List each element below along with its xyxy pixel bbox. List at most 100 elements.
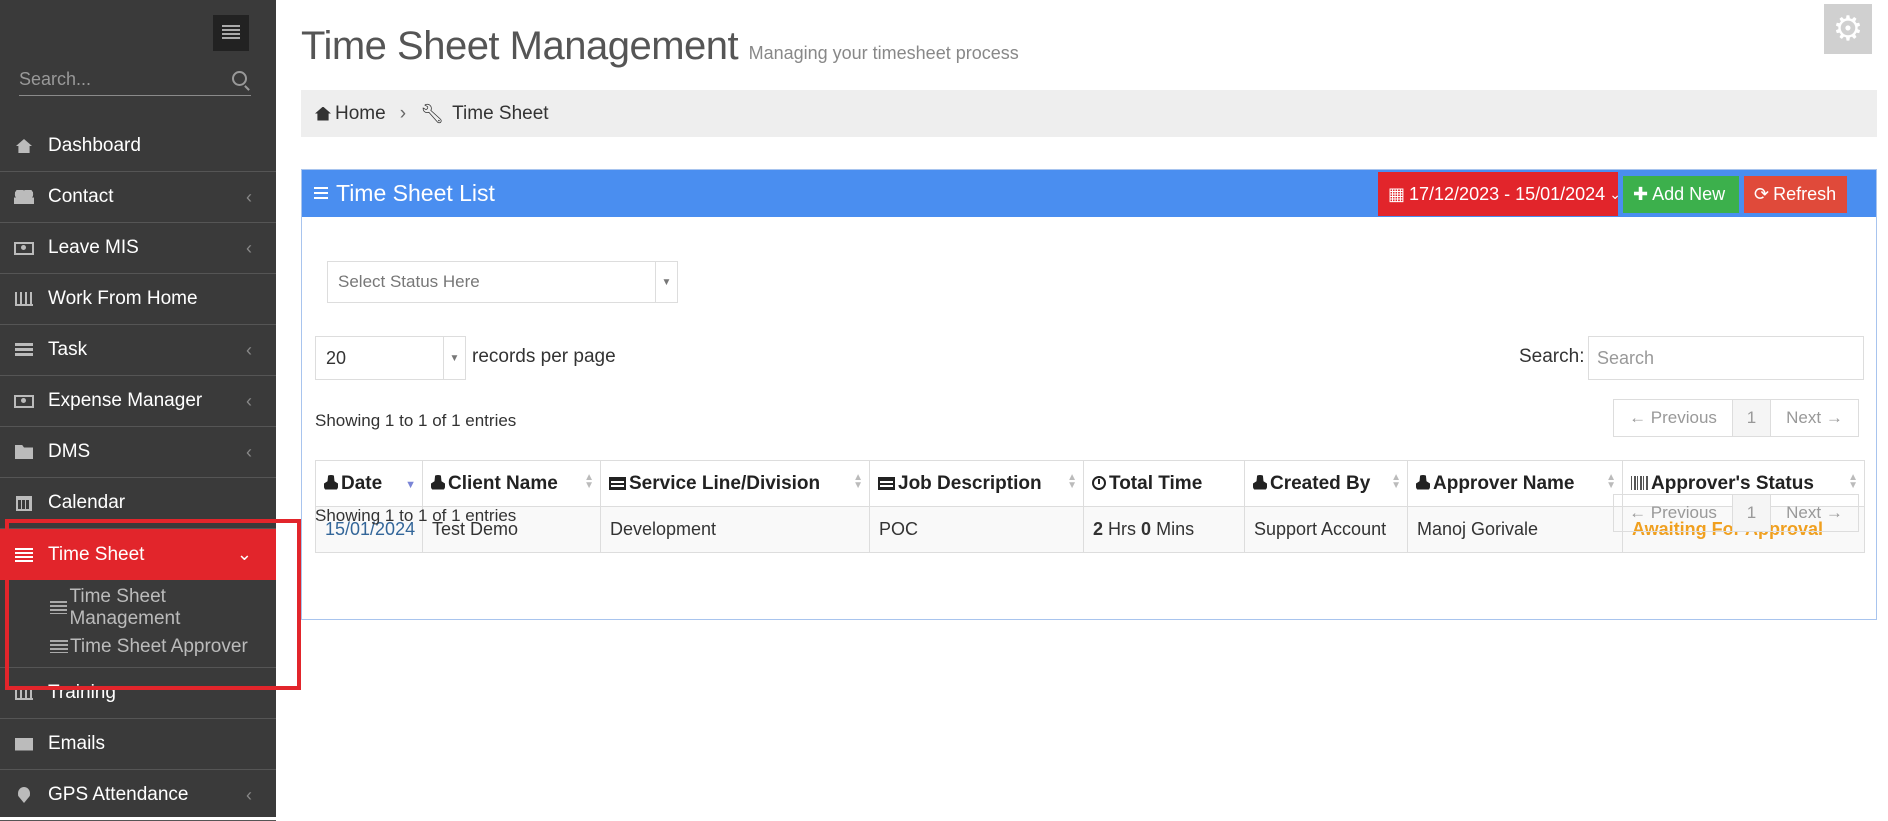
sidebar-item-contact[interactable]: Contact ‹ xyxy=(0,172,276,223)
sidebar-item-label: Calendar xyxy=(48,492,126,513)
column-header-client-name[interactable]: Client Name ▲ ▼ xyxy=(422,460,601,507)
sidebar-item-dashboard[interactable]: Dashboard xyxy=(0,121,276,172)
page-subtitle: Managing your timesheet process xyxy=(748,43,1019,63)
column-header-created-by[interactable]: Created By ▲ ▼ xyxy=(1244,460,1408,507)
folder-icon xyxy=(14,445,34,459)
sidebar-item-expense-manager[interactable]: Expense Manager ‹ xyxy=(0,376,276,427)
column-header-service-line[interactable]: Service Line/Division ▲ ▼ xyxy=(600,460,870,507)
chevron-left-icon: ‹ xyxy=(246,784,252,805)
add-new-button[interactable]: ✚ Add New xyxy=(1623,176,1739,213)
sidebar-item-training[interactable]: Training xyxy=(0,668,276,719)
table-search-input[interactable] xyxy=(1588,336,1864,380)
sidebar-item-label: Work From Home xyxy=(48,288,198,309)
list-icon xyxy=(50,640,68,653)
submenu-item-label: Time Sheet Approver xyxy=(70,635,248,657)
panel-title-text: Time Sheet List xyxy=(336,180,495,206)
sidebar-item-label: Time Sheet xyxy=(48,543,145,565)
breadcrumb: Home › 🔧︎ Time Sheet xyxy=(301,90,1877,137)
map-pin-icon xyxy=(14,787,34,803)
bars-icon xyxy=(314,187,328,200)
records-per-page-label: records per page xyxy=(472,346,616,367)
submenu-item-label: Time Sheet Management xyxy=(69,585,181,629)
minutes-unit: Mins xyxy=(1156,519,1195,539)
page-number-button[interactable]: 1 xyxy=(1733,495,1771,531)
column-header-job-description[interactable]: Job Description ▲ ▼ xyxy=(869,460,1084,507)
list-icon xyxy=(14,547,34,562)
cell-service-line: Development xyxy=(600,506,870,553)
chevron-left-icon: ‹ xyxy=(246,339,252,360)
sidebar: Dashboard Contact ‹ Leave MIS ‹ Work Fro… xyxy=(0,0,276,821)
previous-page-button[interactable]: ← Previous xyxy=(1614,400,1733,436)
users-icon xyxy=(14,190,34,204)
sidebar-item-work-from-home[interactable]: Work From Home xyxy=(0,274,276,325)
sort-icon: ▲ ▼ xyxy=(584,472,594,491)
table-info-top: Showing 1 to 1 of 1 entries xyxy=(315,411,517,430)
sidebar-item-leave-mis[interactable]: Leave MIS ‹ xyxy=(0,223,276,274)
page-title-text: Time Sheet Management xyxy=(301,24,739,68)
page-number-button[interactable]: 1 xyxy=(1733,400,1771,436)
money-icon xyxy=(14,241,34,255)
column-header-total-time[interactable]: Total Time xyxy=(1083,460,1245,507)
column-header-label: Job Description xyxy=(898,472,1042,494)
calendar-icon xyxy=(14,495,34,511)
cell-approver-name: Manoj Gorivale xyxy=(1407,506,1623,553)
date-range-label: 17/12/2023 - 15/01/2024 xyxy=(1409,183,1606,204)
sidebar-item-emails[interactable]: Emails xyxy=(0,719,276,770)
barcode-icon xyxy=(1631,475,1648,490)
sort-icon: ▲ ▼ xyxy=(1391,472,1401,491)
breadcrumb-separator-icon: › xyxy=(399,102,407,124)
column-header-label: Client Name xyxy=(448,472,558,494)
search-icon[interactable] xyxy=(232,71,247,86)
user-icon xyxy=(1253,474,1267,490)
column-header-date[interactable]: Date ▼ xyxy=(315,460,423,507)
status-select[interactable]: Select Status Here ▼ xyxy=(327,261,678,303)
sort-icon: ▲ ▼ xyxy=(853,472,863,491)
sidebar-item-label: Dashboard xyxy=(48,135,141,156)
dropdown-arrow-icon: ▼ xyxy=(443,337,465,379)
column-header-label: Total Time xyxy=(1109,472,1203,494)
bar-chart-icon xyxy=(14,292,34,306)
sidebar-item-calendar[interactable]: Calendar xyxy=(0,478,276,529)
menu-icon xyxy=(222,25,240,41)
id-card-icon xyxy=(878,476,895,490)
settings-gear-button[interactable]: ⚙ xyxy=(1824,4,1872,54)
next-page-button[interactable]: Next → xyxy=(1771,400,1858,436)
previous-page-button[interactable]: ← Previous xyxy=(1614,495,1733,531)
calendar-icon: ▦ xyxy=(1388,183,1406,204)
submenu-item-time-sheet-approver[interactable]: Time Sheet Approver xyxy=(0,627,276,666)
chevron-left-icon: ‹ xyxy=(246,186,252,207)
hours-value: 2 xyxy=(1093,519,1104,539)
column-header-label: Date xyxy=(341,472,383,494)
chevron-left-icon: ‹ xyxy=(246,441,252,462)
submenu-item-time-sheet-management[interactable]: Time Sheet Management xyxy=(0,585,276,629)
sidebar-toggle-button[interactable] xyxy=(213,15,249,51)
sidebar-item-time-sheet[interactable]: Time Sheet ⌄ xyxy=(0,529,276,580)
pagination-bottom: ← Previous 1 Next → xyxy=(1613,494,1859,532)
envelope-icon xyxy=(14,737,34,751)
search-label: Search: xyxy=(1519,346,1585,367)
user-icon xyxy=(1416,474,1430,490)
page-length-value: 20 xyxy=(326,347,347,368)
sort-icon: ▲ ▼ xyxy=(1067,472,1077,491)
dropdown-arrow-icon: ▼ xyxy=(655,262,677,302)
status-select-placeholder: Select Status Here xyxy=(338,272,480,291)
sidebar-search-input[interactable] xyxy=(19,64,219,94)
date-range-button[interactable]: ▦ 17/12/2023 - 15/01/2024 ⌄ xyxy=(1378,172,1621,216)
sidebar-item-dms[interactable]: DMS ‹ xyxy=(0,427,276,478)
next-page-button[interactable]: Next → xyxy=(1771,495,1858,531)
column-header-label: Approver Name xyxy=(1433,472,1575,494)
plus-icon: ✚ xyxy=(1633,184,1649,204)
column-header-approver-name[interactable]: Approver Name ▲ ▼ xyxy=(1407,460,1623,507)
sidebar-item-gps-attendance[interactable]: GPS Attendance ‹ xyxy=(0,770,276,821)
sidebar-item-label: DMS xyxy=(48,441,91,462)
breadcrumb-home-link[interactable]: Home xyxy=(335,103,386,125)
list-icon xyxy=(50,601,68,614)
panel-title: Time Sheet List xyxy=(314,180,495,207)
add-new-label: Add New xyxy=(1652,184,1726,204)
refresh-button[interactable]: ⟳ Refresh xyxy=(1744,176,1847,213)
page-length-select[interactable]: 20 ▼ xyxy=(315,336,466,380)
money-icon xyxy=(14,394,34,408)
user-icon xyxy=(431,474,445,490)
sidebar-item-task[interactable]: Task ‹ xyxy=(0,325,276,376)
time-sheet-submenu: Time Sheet Management Time Sheet Approve… xyxy=(0,580,276,668)
